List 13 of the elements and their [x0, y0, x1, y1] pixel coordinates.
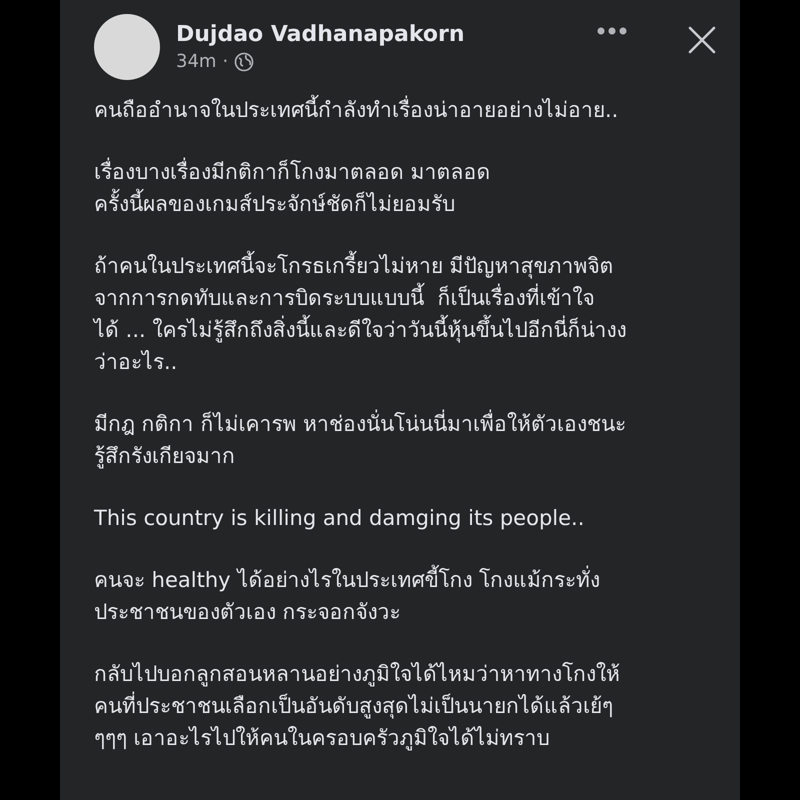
- post-paragraph: ถ้าคนในประเทศนี้จะโกรธเกรี้ยวไม่หาย มีปัญหาสุขภาพจิต จากการกดทับและการบิดระบบแบบนี้ ก็เป็นเรื่องที่เข้าใจ ได้ ... ใครไม่รู้สึกถึงสิ่งนี้และดีใจว่าวันนี้หุ้นขึ้นไปอีกนี่ก็น่างง ว่าอะไร..: [94, 250, 720, 378]
- author-name[interactable]: Dujdao Vadhanapakorn: [176, 22, 576, 47]
- post-paragraph: คนจะ healthy ได้อย่างไรในประเทศขี้โกง โกงแม้กระทั่ง ประชาชนของตัวเอง กระจอกจังวะ: [94, 564, 720, 628]
- post-paragraph: This country is killing and damging its people..: [94, 505, 586, 532]
- post-paragraph: กลับไปบอกลูกสอนหลานอย่างภูมิใจได้ไหมว่าหาทางโกงให้ คนที่ประชาชนเลือกเป็นอันดับสูงสุดไม่เป็นนายกได้แล้วเย้ๆ ๆๆๆ เอาอะไรไปให้คนในครอบครัวภูมิใจได้ไม่ทราบ: [94, 661, 621, 752]
- post-paragraph: เรื่องบางเรื่องมีกติกาก็โกงมาตลอด มาตลอด ครั้งนี้ผลของเกมส์ประจักษ์ชัดก็ไม่ยอมรับ: [94, 156, 720, 220]
- post-time[interactable]: 34m: [176, 51, 216, 72]
- close-icon: [688, 26, 716, 54]
- post-paragraph: คนถืออำนาจในประเทศนี้กำลังทำเรื่องน่าอายอย่างไม่อาย..: [94, 94, 720, 126]
- more-icon: [596, 26, 628, 36]
- post-paragraph: มีกฎ กติกา ก็ไม่เคารพ หาช่องนั่นโน่นนี่มาเพื่อให้ตัวเองชนะ รู้สึกรังเกียจมาก: [94, 408, 720, 472]
- separator: ·: [222, 51, 228, 72]
- globe-icon: [234, 52, 254, 72]
